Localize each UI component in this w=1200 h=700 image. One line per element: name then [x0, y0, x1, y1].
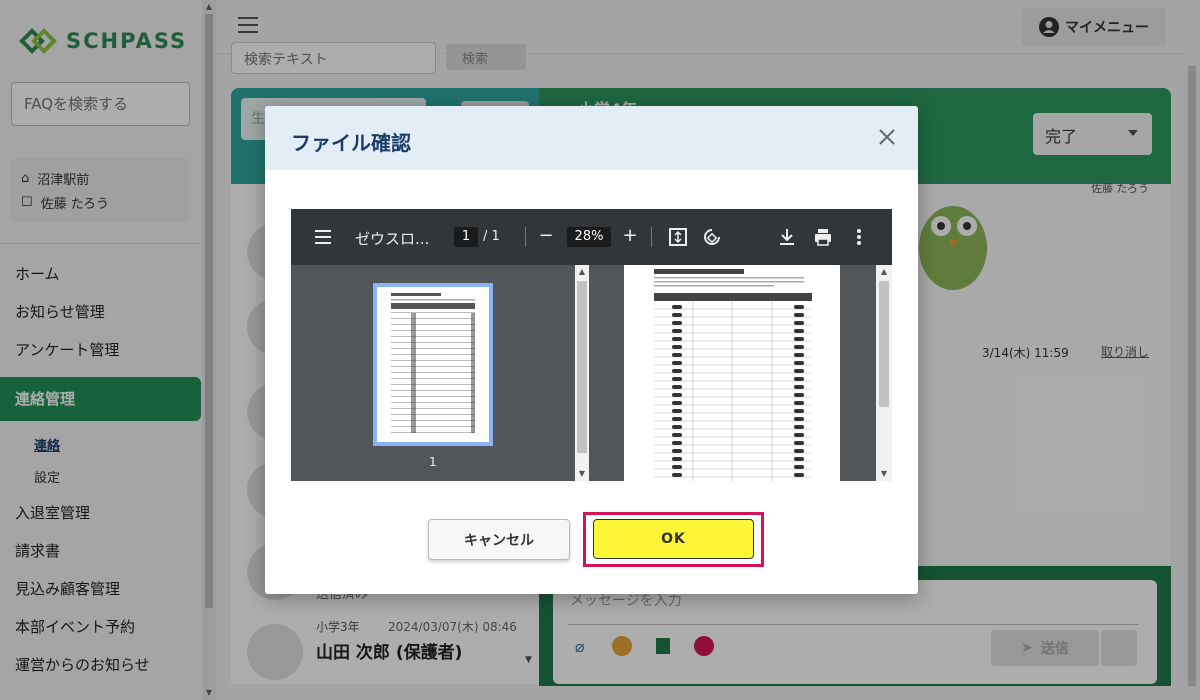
pdf-page-content [654, 269, 812, 481]
pdf-viewer: ゼウスロ... 1 / 1 − 28% + 1 ▲ ▼ ▲ ▼ [291, 209, 892, 481]
pdf-page-view [624, 265, 840, 481]
cancel-button[interactable]: キャンセル [428, 519, 570, 560]
pdf-thumbnail-pane: 1 [291, 265, 591, 481]
scroll-up-icon[interactable]: ▲ [876, 267, 892, 276]
file-confirm-dialog: ファイル確認 ゼウスロ... 1 / 1 − 28% + 1 ▲ ▼ ▲ ▼ キ… [265, 106, 918, 594]
print-icon[interactable] [814, 228, 832, 246]
page-scroll-thumb[interactable] [879, 281, 889, 407]
toolbar-divider [651, 227, 652, 247]
page-scrollbar[interactable]: ▲ ▼ [876, 265, 892, 481]
close-icon[interactable] [878, 128, 896, 146]
pdf-page-input[interactable]: 1 [454, 227, 478, 247]
toolbar-divider [525, 227, 526, 247]
pdf-menu-icon[interactable] [315, 230, 331, 244]
scroll-down-icon[interactable]: ▼ [876, 469, 892, 478]
more-vert-icon[interactable] [856, 228, 862, 246]
scroll-up-icon[interactable]: ▲ [575, 267, 589, 276]
pdf-page-total: / 1 [483, 229, 500, 244]
pdf-zoom-input[interactable]: 28% [567, 227, 611, 247]
thumbnail-preview [391, 293, 475, 433]
ok-button[interactable]: OK [593, 519, 754, 559]
zoom-out-icon[interactable]: − [535, 225, 557, 247]
fit-page-icon[interactable] [669, 228, 687, 246]
pdf-toolbar: ゼウスロ... 1 / 1 − 28% + [291, 209, 892, 265]
dialog-title: ファイル確認 [291, 131, 411, 155]
scroll-down-icon[interactable]: ▼ [575, 469, 589, 478]
thumbnail-scrollbar[interactable]: ▲ ▼ [575, 265, 589, 481]
dialog-header: ファイル確認 [265, 106, 918, 170]
thumbnail-scroll-thumb[interactable] [577, 281, 587, 453]
pdf-file-title: ゼウスロ... [355, 230, 430, 248]
pdf-page-thumbnail[interactable] [373, 283, 493, 446]
zoom-in-icon[interactable]: + [619, 225, 641, 247]
download-icon[interactable] [779, 228, 795, 246]
rotate-icon[interactable] [702, 227, 722, 247]
thumbnail-page-number: 1 [429, 455, 437, 469]
